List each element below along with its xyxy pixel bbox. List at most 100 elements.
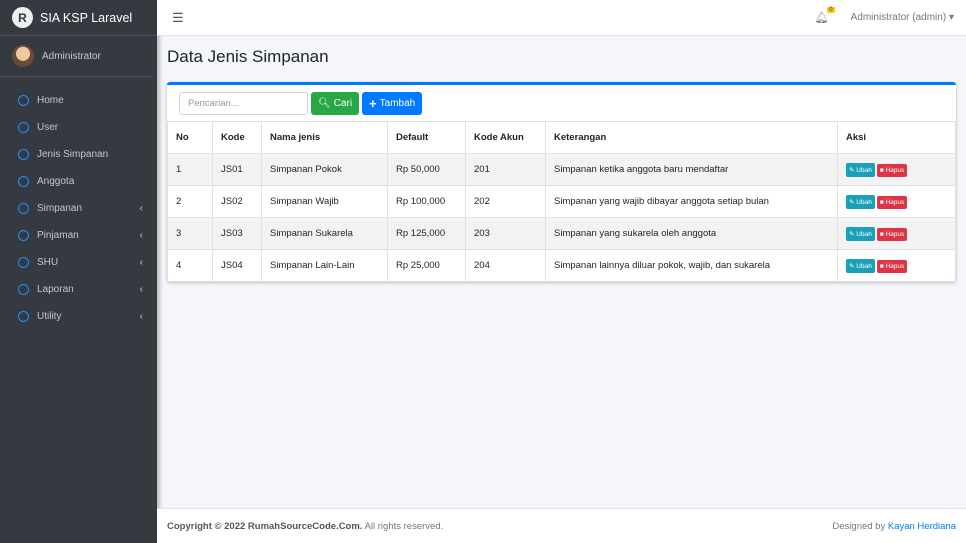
actions-cell: ✎ Ubah ■ Hapus (837, 217, 956, 250)
table-cell: 3 (167, 217, 213, 250)
table-row: 4 JS04 Simpanan Lain-Lain Rp 25,000 204 Simpa… (167, 249, 956, 282)
sidebar-item-label: Pinjaman (37, 230, 79, 241)
sidebar-item-jenis-simpanan[interactable]: Jenis Simpanan (0, 141, 157, 168)
copyright: Copyright © 2022 RumahSourceCode.Com. (167, 520, 363, 532)
account-dropdown[interactable]: Administrator (admin) ▾ (851, 12, 954, 23)
search-icon: 🔍︎ (318, 98, 331, 109)
edit-icon: ✎ (849, 198, 855, 206)
table-row: 2 JS02 Simpanan Wajib Rp 100,000 202 Simpanan… (167, 185, 956, 218)
sidebar-item-label: Laporan (37, 284, 74, 295)
table-cell: 201 (465, 153, 546, 186)
brand-name: SIA KSP Laravel (40, 10, 133, 25)
column-header: Kode Akun (465, 121, 546, 154)
circle-icon (18, 284, 29, 295)
table-cell: JS04 (212, 249, 262, 282)
content: Data Jenis Simpanan Pencarian... 🔍︎ Cari … (157, 36, 966, 508)
circle-icon (18, 257, 29, 268)
search-button[interactable]: 🔍︎ Cari (311, 92, 360, 115)
delete-button[interactable]: ■ Hapus (876, 227, 908, 241)
delete-button[interactable]: ■ Hapus (876, 195, 908, 209)
sidebar-item-laporan[interactable]: Laporan ‹ (0, 276, 157, 303)
trash-icon: ■ (879, 198, 884, 206)
account-label: Administrator (admin) (850, 12, 947, 23)
table-cell: Simpanan Pokok (261, 153, 388, 186)
edit-button[interactable]: ✎ Ubah (846, 194, 875, 209)
edit-label: Ubah (856, 166, 872, 174)
sidebar-item-simpanan[interactable]: Simpanan ‹ (0, 195, 157, 222)
chevron-left-icon: ‹ (139, 257, 143, 268)
edit-label: Ubah (856, 262, 872, 270)
edit-button[interactable]: ✎ Ubah (846, 162, 875, 177)
add-button[interactable]: + Tambah (362, 92, 423, 115)
sidebar-item-label: Simpanan (37, 203, 83, 214)
table-cell: Rp 100,000 (387, 185, 466, 218)
table-cell: 204 (465, 249, 546, 282)
circle-icon (18, 203, 29, 214)
column-header: Kode (212, 121, 262, 154)
delete-label: Hapus (885, 262, 905, 270)
table-cell: JS02 (212, 185, 262, 218)
footer: Copyright © 2022 RumahSourceCode.Com. Al… (157, 508, 966, 543)
table-cell: Simpanan ketika anggota baru mendaftar (545, 153, 838, 186)
trash-icon: ■ (879, 166, 884, 174)
table-cell: Rp 50,000 (387, 153, 466, 186)
sidebar-item-user[interactable]: User (0, 114, 157, 141)
edit-label: Ubah (856, 230, 872, 238)
actions-cell: ✎ Ubah ■ Hapus (837, 153, 956, 186)
delete-label: Hapus (885, 198, 905, 206)
edit-button[interactable]: ✎ Ubah (846, 258, 875, 273)
sidebar-item-pinjaman[interactable]: Pinjaman ‹ (0, 222, 157, 249)
delete-button[interactable]: ■ Hapus (876, 259, 908, 273)
table-cell: JS03 (212, 217, 262, 250)
table-cell: 4 (167, 249, 213, 282)
edit-icon: ✎ (849, 230, 855, 238)
sidebar-item-label: Anggota (37, 176, 75, 187)
sidebar-item-label: SHU (37, 257, 59, 268)
sidebar-item-shu[interactable]: SHU ‹ (0, 249, 157, 276)
table-cell: Simpanan Wajib (261, 185, 388, 218)
sidebar-item-label: Home (37, 95, 64, 106)
brand-link[interactable]: R SIA KSP Laravel (0, 0, 157, 36)
table-cell: 203 (465, 217, 546, 250)
menu-toggle-icon[interactable]: ☰ (172, 10, 815, 26)
logo-icon: R (12, 7, 33, 28)
card: Pencarian... 🔍︎ Cari + Tambah No Kode Nama j… (167, 82, 956, 282)
edit-icon: ✎ (849, 262, 855, 270)
actions-cell: ✎ Ubah ■ Hapus (837, 185, 956, 218)
table-cell: Rp 125,000 (387, 217, 466, 250)
edit-button[interactable]: ✎ Ubah (846, 226, 875, 241)
circle-icon (18, 149, 29, 160)
table-row: 3 JS03 Simpanan Sukarela Rp 125,000 203 Simpa… (167, 217, 956, 250)
search-placeholder: Pencarian... (188, 98, 239, 109)
table-cell: Simpanan lainnya diluar pokok, wajib, da… (545, 249, 838, 282)
edit-label: Ubah (856, 198, 872, 206)
author-link[interactable]: Kayan Herdiana (888, 521, 956, 532)
notification-badge: 0 (827, 7, 835, 13)
table-cell: JS01 (212, 153, 262, 186)
topbar: ☰ 🔔︎ 0 Administrator (admin) ▾ (157, 0, 966, 36)
sidebar-item-label: User (37, 122, 59, 133)
sidebar-nav: Home User Jenis Simpanan Anggota Simpanan ‹ Pi… (0, 77, 157, 330)
trash-icon: ■ (879, 230, 884, 238)
chevron-left-icon: ‹ (139, 230, 143, 241)
sidebar-item-label: Jenis Simpanan (37, 149, 109, 160)
table-cell: 2 (167, 185, 213, 218)
column-header: Default (387, 121, 466, 154)
circle-icon (18, 311, 29, 322)
data-table: No Kode Nama jenis Default Kode Akun Keterang… (167, 121, 956, 282)
circle-icon (18, 122, 29, 133)
search-input[interactable]: Pencarian... (179, 92, 308, 115)
sidebar-item-anggota[interactable]: Anggota (0, 168, 157, 195)
sidebar-item-utility[interactable]: Utility ‹ (0, 303, 157, 330)
delete-button[interactable]: ■ Hapus (876, 163, 908, 177)
sidebar-item-home[interactable]: Home (0, 87, 157, 114)
avatar (12, 45, 34, 67)
table-cell: Rp 25,000 (387, 249, 466, 282)
circle-icon (18, 230, 29, 241)
actions-cell: ✎ Ubah ■ Hapus (837, 249, 956, 282)
sidebar: R SIA KSP Laravel Administrator Home User J… (0, 0, 157, 543)
notification-bell-icon[interactable]: 🔔︎ 0 (815, 7, 835, 24)
user-panel[interactable]: Administrator (0, 36, 152, 77)
table-row: 1 JS01 Simpanan Pokok Rp 50,000 201 Simpanan … (167, 153, 956, 186)
column-header: No (167, 121, 213, 154)
